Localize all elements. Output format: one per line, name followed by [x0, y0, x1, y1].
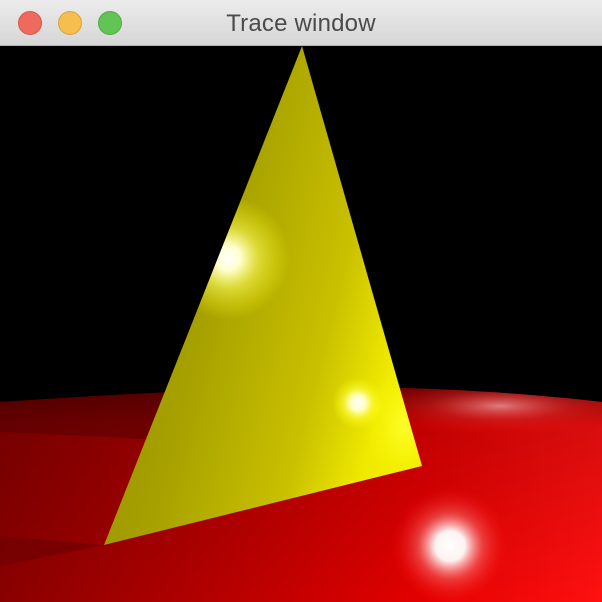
triangle-small-highlight	[332, 377, 384, 429]
window-title: Trace window	[226, 10, 376, 37]
plane-specular-highlight	[390, 486, 510, 602]
trace-window: Trace window	[0, 0, 602, 602]
rendered-scene	[0, 46, 602, 602]
title-bar[interactable]: Trace window	[0, 0, 602, 46]
render-canvas	[0, 46, 602, 602]
